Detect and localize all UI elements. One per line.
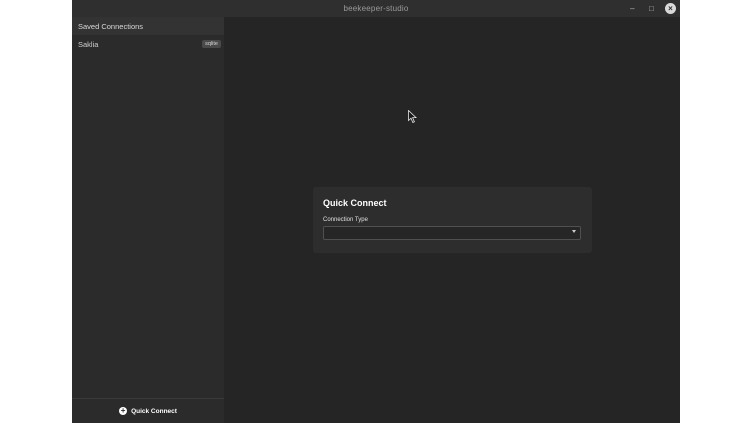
main-panel: Quick Connect Connection Type xyxy=(224,17,680,423)
saved-connections-title: Saved Connections xyxy=(78,21,144,31)
quick-connect-button[interactable]: + Quick Connect xyxy=(72,398,224,423)
minimize-icon[interactable]: – xyxy=(627,3,638,14)
mouse-pointer-icon xyxy=(408,110,418,124)
quick-connect-card: Quick Connect Connection Type xyxy=(313,187,592,253)
chevron-down-icon xyxy=(572,230,576,233)
maximize-icon[interactable]: □ xyxy=(646,3,657,14)
close-icon[interactable]: × xyxy=(665,3,676,14)
saved-connections-header: Saved Connections xyxy=(72,17,224,35)
connection-name: Saklia xyxy=(78,39,99,49)
quick-connect-title: Quick Connect xyxy=(323,198,387,208)
connection-type-select[interactable] xyxy=(323,226,581,240)
window-controls: – □ × xyxy=(627,2,676,15)
title-bar: beekeeper-studio – □ × xyxy=(72,0,680,17)
connection-type-label: Connection Type xyxy=(323,217,368,223)
connection-item-saklia[interactable]: Saklia sqlite xyxy=(72,35,224,53)
app-window: beekeeper-studio – □ × Saved Connections… xyxy=(72,0,680,423)
quick-connect-button-label: Quick Connect xyxy=(131,407,177,415)
window-title: beekeeper-studio xyxy=(343,4,409,13)
plus-circle-icon: + xyxy=(119,406,128,415)
connection-type-badge: sqlite xyxy=(202,40,221,48)
sidebar: Saved Connections Saklia sqlite + Quick … xyxy=(72,17,224,423)
